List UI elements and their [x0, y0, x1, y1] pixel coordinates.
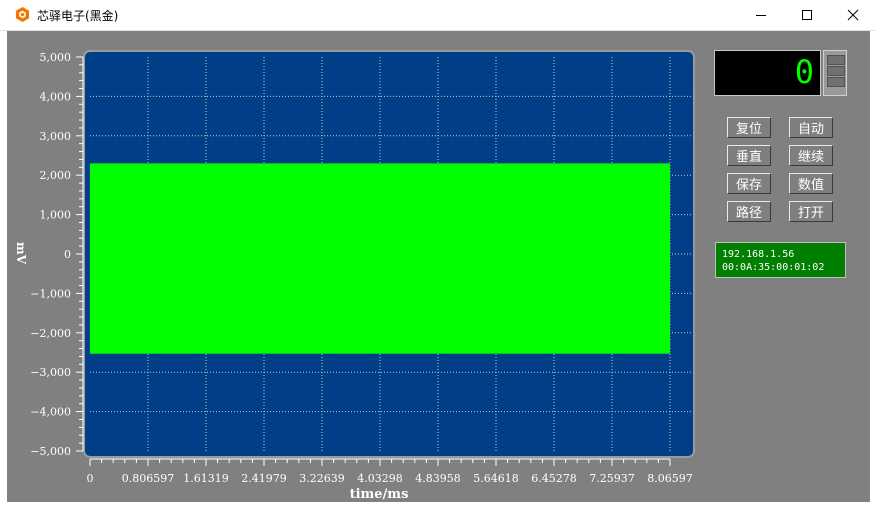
x-tick-label: 2.41979: [241, 472, 287, 485]
y-tick-label: 2,000: [40, 169, 72, 182]
x-axis: 0 0.806597 1.61319 2.41979 3.22639 4.03298 4.8…: [87, 458, 693, 485]
continue-button[interactable]: 继续: [789, 145, 833, 166]
path-button[interactable]: 路径: [727, 201, 771, 222]
client-area: 5,000 4,000 3,000 2,000 1,000 0 −1,000 −2,000 −3…: [7, 31, 870, 502]
maximize-icon: [802, 10, 812, 20]
value-button[interactable]: 数值: [789, 173, 833, 194]
title-bar: 芯驿电子(黑金): [0, 0, 876, 31]
open-button[interactable]: 打开: [789, 201, 833, 222]
y-tick-label: 1,000: [40, 209, 72, 222]
close-button[interactable]: [830, 0, 876, 30]
x-tick-label: 3.22639: [299, 472, 345, 485]
y-tick-label: 5,000: [40, 51, 72, 64]
y-tick-label: 0: [64, 248, 71, 261]
ip-address: 192.168.1.56: [722, 249, 795, 260]
mac-address: 00:0A:35:00:01:02: [722, 262, 825, 273]
save-button[interactable]: 保存: [727, 173, 771, 194]
waveform-chart: 5,000 4,000 3,000 2,000 1,000 0 −1,000 −2,000 −3…: [14, 50, 695, 502]
spinner-step: [827, 66, 845, 76]
counter-value: 0: [794, 53, 814, 91]
x-tick-label: 0.806597: [122, 472, 175, 485]
signal-series: [90, 163, 670, 354]
window-title: 芯驿电子(黑金): [37, 9, 119, 23]
spinner-step: [827, 77, 845, 87]
app-logo-icon: [15, 7, 30, 22]
x-tick-label: 8.06597: [647, 472, 693, 485]
x-tick-label: 5.64618: [473, 472, 519, 485]
x-tick-label: 7.25937: [589, 472, 635, 485]
counter-spinner[interactable]: [823, 50, 847, 96]
x-tick-label: 1.61319: [183, 472, 229, 485]
x-axis-label: time/ms: [350, 487, 409, 502]
x-tick-label: 0: [87, 472, 94, 485]
y-tick-label: −5,000: [30, 445, 71, 458]
y-tick-label: 3,000: [40, 130, 72, 143]
vertical-button[interactable]: 垂直: [727, 145, 771, 166]
y-tick-label: −3,000: [30, 366, 71, 379]
y-tick-label: −1,000: [30, 287, 71, 300]
auto-button[interactable]: 自动: [789, 117, 833, 138]
y-tick-label: −4,000: [30, 406, 71, 419]
x-tick-label: 4.83958: [415, 472, 461, 485]
y-tick-label: −2,000: [30, 327, 71, 340]
y-axis: 5,000 4,000 3,000 2,000 1,000 0 −1,000 −2,000 −3…: [30, 51, 84, 458]
minimize-icon: [756, 15, 766, 16]
y-axis-label: mV: [14, 242, 28, 265]
counter-display: 0: [714, 50, 821, 96]
x-tick-label: 4.03298: [357, 472, 403, 485]
maximize-button[interactable]: [784, 0, 830, 30]
signal-band: [90, 163, 670, 354]
minimize-button[interactable]: [738, 0, 784, 30]
close-icon: [847, 9, 859, 21]
network-info-panel: 192.168.1.56 00:0A:35:00:01:02: [715, 242, 846, 278]
spinner-step: [827, 55, 845, 65]
x-tick-label: 6.45278: [531, 472, 577, 485]
y-tick-label: 4,000: [40, 90, 72, 103]
reset-button[interactable]: 复位: [727, 117, 771, 138]
